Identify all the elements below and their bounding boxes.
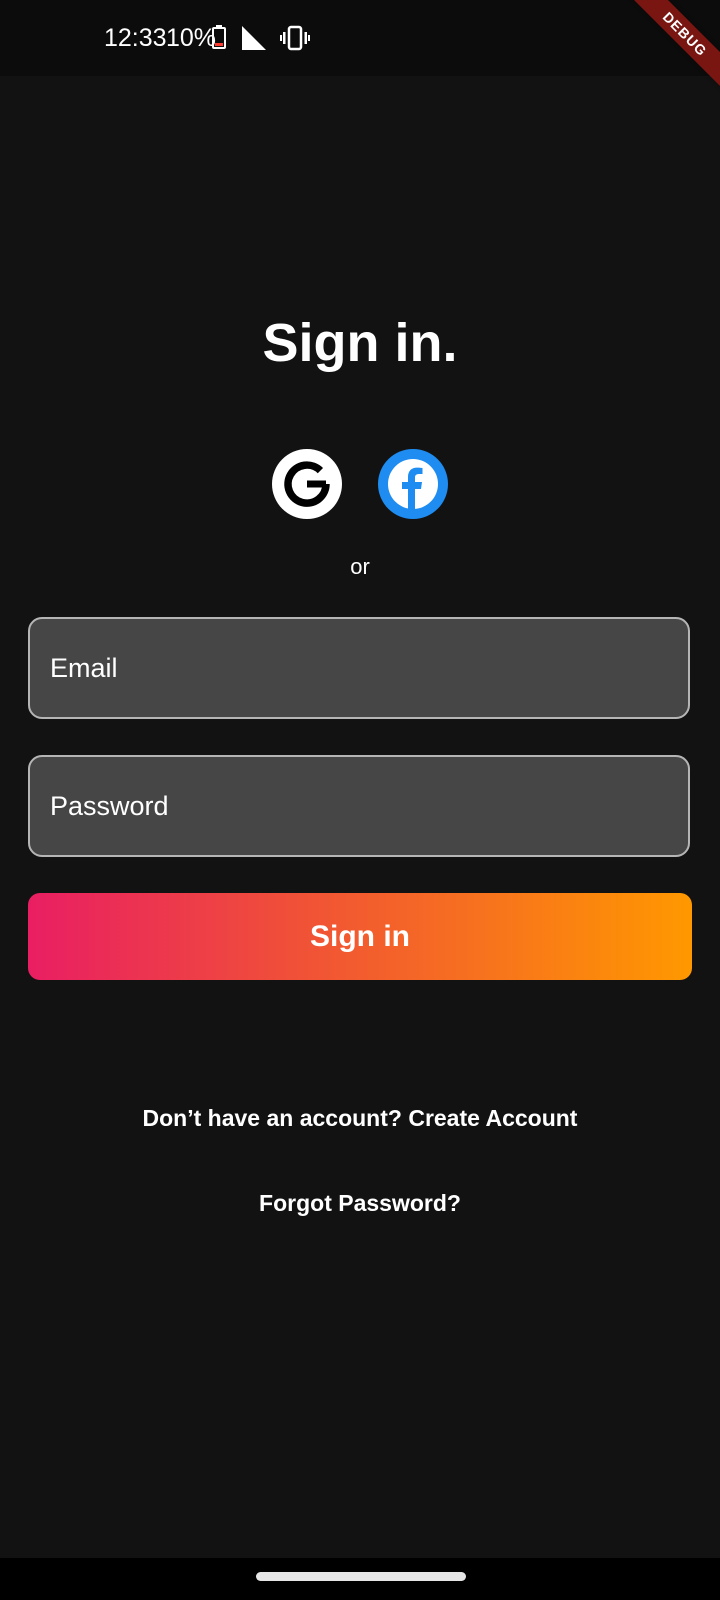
password-placeholder: Password — [50, 790, 169, 821]
page-title: Sign in. — [262, 313, 458, 373]
sign-in-button[interactable]: Sign in — [28, 893, 692, 980]
password-field[interactable]: Password — [28, 755, 690, 857]
create-account-link[interactable]: Don’t have an account? Create Account — [0, 1105, 720, 1132]
facebook-signin-button[interactable] — [378, 449, 448, 519]
home-indicator[interactable] — [256, 1572, 466, 1581]
status-bar: 12:33 10% — [0, 0, 720, 76]
facebook-icon — [388, 459, 438, 509]
status-time: 12:33 — [104, 24, 167, 52]
google-signin-button[interactable] — [272, 449, 342, 519]
or-divider: or — [350, 554, 370, 579]
email-field[interactable]: Email — [28, 617, 690, 719]
forgot-password-link[interactable]: Forgot Password? — [0, 1190, 720, 1217]
battery-low-icon — [212, 25, 226, 49]
battery-percentage: 10% — [166, 24, 217, 52]
vibrate-icon — [280, 25, 310, 51]
signal-icon — [242, 26, 266, 50]
google-icon — [284, 461, 330, 507]
email-placeholder: Email — [50, 652, 118, 683]
